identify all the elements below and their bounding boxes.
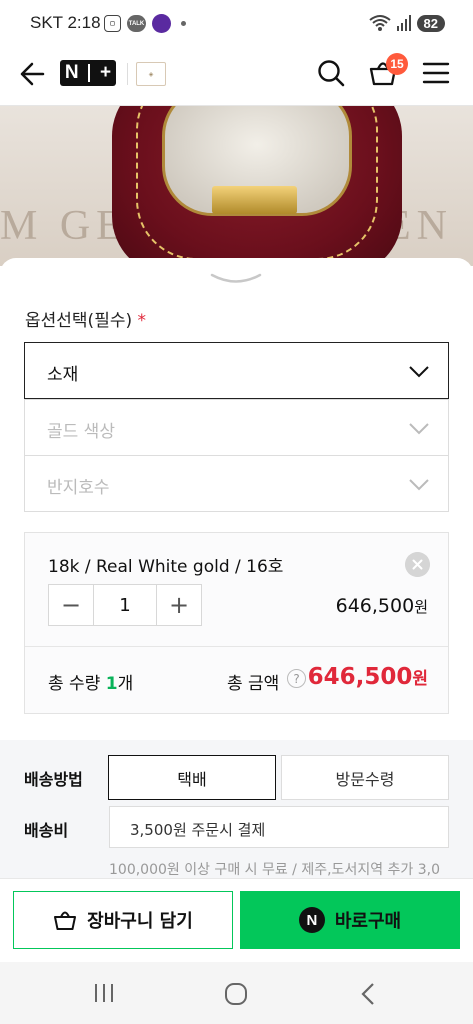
required-mark: * xyxy=(137,311,147,331)
shopping-bag-icon xyxy=(54,911,77,930)
app-header: N + ◈ 15 xyxy=(0,46,473,106)
naver-pay-icon: N xyxy=(298,907,325,933)
back-arrow-icon[interactable] xyxy=(18,60,46,88)
total-amount: 646,500원 xyxy=(307,664,428,690)
search-icon[interactable] xyxy=(316,58,346,88)
help-icon[interactable]: ? xyxy=(287,669,306,688)
chevron-down-icon xyxy=(409,366,429,378)
option-title: 옵션선택(필수) * xyxy=(25,311,147,331)
total-amount-label: 총 금액 xyxy=(227,674,280,694)
increase-quantity-button[interactable]: + xyxy=(157,585,201,625)
cart-count-badge: 15 xyxy=(386,53,408,75)
status-time: SKT 2:18 xyxy=(30,13,101,32)
system-icons: 82 xyxy=(368,14,445,32)
shipping-method-label: 배송방법 xyxy=(24,770,83,789)
notification-icons: ◻ TALK xyxy=(104,14,186,33)
option-select-material[interactable]: 소재 xyxy=(24,342,449,399)
wifi-icon xyxy=(368,15,391,31)
product-image: M GE EN xyxy=(0,106,473,266)
option-price: 646,500원 xyxy=(335,595,428,617)
shipping-fee-label: 배송비 xyxy=(24,821,69,840)
system-navigation-bar xyxy=(0,962,473,1024)
shipping-fee-value: 3,500원 주문시 결제 xyxy=(109,806,449,848)
logo-divider xyxy=(127,63,128,85)
add-to-cart-button[interactable]: 장바구니 담기 xyxy=(13,891,233,949)
quantity-value[interactable]: 1 xyxy=(93,585,157,625)
status-bar: SKT 2:18 ◻ TALK 82 xyxy=(0,0,473,46)
back-nav-icon[interactable] xyxy=(358,982,378,1006)
purchase-action-bar: 장바구니 담기 N 바로구매 xyxy=(0,878,473,962)
menu-icon[interactable] xyxy=(421,58,451,88)
home-icon[interactable] xyxy=(224,982,248,1006)
option-select-ring-size[interactable]: 반지호수 xyxy=(24,455,449,512)
selected-option-summary: 18k / Real White gold / 16호 − 1 + 646,50… xyxy=(24,532,449,714)
kakaotalk-icon: TALK xyxy=(127,15,146,32)
shipping-fee-note: 100,000원 이상 구매 시 무료 / 제주,도서지역 추가 3,0 xyxy=(109,862,441,878)
selected-option-name: 18k / Real White gold / 16호 xyxy=(48,557,284,577)
collapse-chevron-icon[interactable] xyxy=(208,268,264,290)
shipping-option-delivery[interactable]: 택배 xyxy=(108,755,276,800)
chevron-down-icon xyxy=(409,423,429,435)
store-logo[interactable]: ◈ xyxy=(136,62,166,86)
app-notification-icon xyxy=(152,14,171,33)
naver-plus-logo[interactable]: N + xyxy=(60,60,116,86)
total-quantity: 총 수량 1개 xyxy=(48,674,134,694)
screenshot-icon: ◻ xyxy=(104,15,121,32)
image-watermark: M GE xyxy=(0,203,128,249)
signal-icon xyxy=(396,15,411,31)
battery-level: 82 xyxy=(416,14,445,32)
remove-option-button[interactable] xyxy=(405,552,430,577)
ring-box-image xyxy=(112,106,402,266)
quantity-stepper: − 1 + xyxy=(48,584,202,626)
shipping-option-pickup[interactable]: 방문수령 xyxy=(281,755,449,800)
chevron-down-icon xyxy=(409,479,429,491)
recent-apps-icon[interactable] xyxy=(92,982,116,1004)
more-notifications-dot xyxy=(181,21,186,26)
buy-now-button[interactable]: N 바로구매 xyxy=(240,891,460,949)
option-select-gold-color[interactable]: 골드 색상 xyxy=(24,399,449,456)
decrease-quantity-button[interactable]: − xyxy=(49,585,93,625)
box-hinge xyxy=(212,186,297,214)
